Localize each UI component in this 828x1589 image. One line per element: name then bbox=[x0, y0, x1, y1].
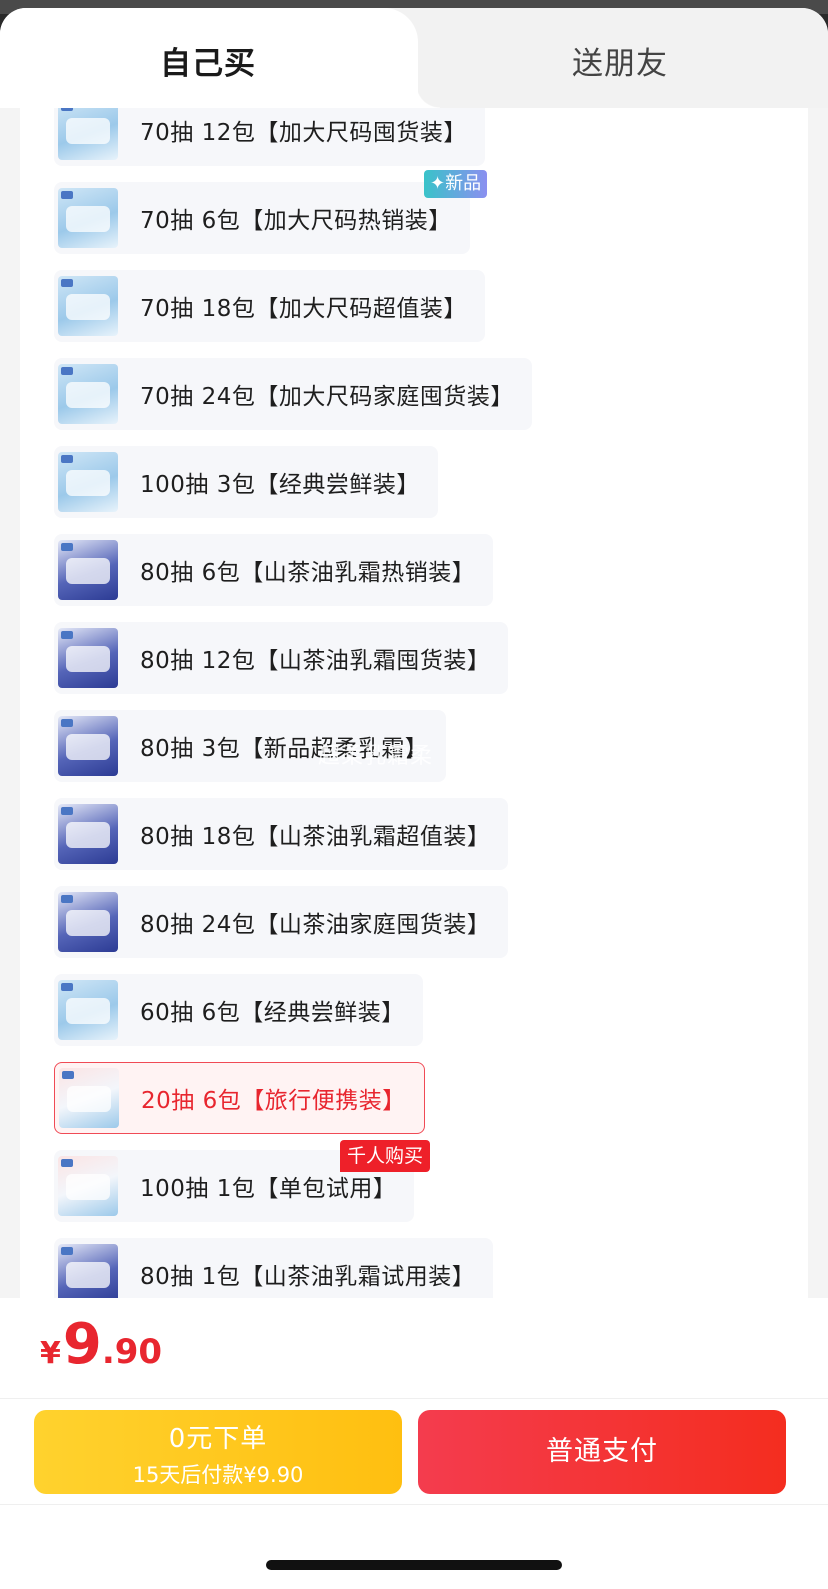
sku-label: 70抽 12包【加大尺码囤货装】 bbox=[140, 120, 467, 146]
sku-list[interactable]: 70抽 12包【加大尺码囤货装】 70抽 6包【加大尺码热销装】 70抽 18包… bbox=[0, 108, 828, 1298]
sku-option-selected[interactable]: 20抽 6包【旅行便携装】 bbox=[54, 1062, 425, 1134]
sku-thumbnail bbox=[58, 1244, 118, 1298]
sku-label: 100抽 1包【单包试用】 bbox=[140, 1176, 397, 1202]
sku-label: 60抽 6包【经典尝鲜装】 bbox=[140, 1000, 405, 1026]
sku-thumbnail bbox=[58, 1156, 118, 1216]
divider bbox=[0, 1504, 828, 1505]
sku-thumbnail bbox=[58, 628, 118, 688]
sku-option[interactable]: 70抽 12包【加大尺码囤货装】 bbox=[54, 108, 485, 166]
sku-option[interactable]: 100抽 3包【经典尝鲜装】 bbox=[54, 446, 438, 518]
sku-label: 80抽 1包【山茶油乳霜试用装】 bbox=[140, 1264, 476, 1290]
sku-thumbnail bbox=[58, 364, 118, 424]
sku-option[interactable]: 80抽 6包【山茶油乳霜热销装】 bbox=[54, 534, 494, 606]
pay-now-button[interactable]: 普通支付 bbox=[418, 1410, 786, 1494]
price-display: ¥ 9 .90 bbox=[40, 1312, 162, 1377]
sku-thumbnail bbox=[59, 1068, 119, 1128]
checkout-bar: ¥ 9 .90 0元下单 15天后付款¥9.90 普通支付 bbox=[0, 1298, 828, 1589]
sku-thumbnail bbox=[58, 188, 118, 248]
price-integer: 9 bbox=[62, 1312, 102, 1377]
sku-option[interactable]: 80抽 1包【山茶油乳霜试用装】 bbox=[54, 1238, 494, 1298]
sku-label: 80抽 12包【山茶油乳霜囤货装】 bbox=[140, 648, 491, 674]
sku-option[interactable]: 80抽 18包【山茶油乳霜超值装】 bbox=[54, 798, 509, 870]
sku-label: 80抽 6包【山茶油乳霜热销装】 bbox=[140, 560, 476, 586]
sku-thumbnail bbox=[58, 108, 118, 160]
sku-label: 70抽 24包【加大尺码家庭囤货装】 bbox=[140, 384, 514, 410]
currency-symbol: ¥ bbox=[40, 1336, 61, 1371]
sku-label: 20抽 6包【旅行便携装】 bbox=[141, 1088, 406, 1114]
sku-label: 70抽 18包【加大尺码超值装】 bbox=[140, 296, 467, 322]
sku-thumbnail bbox=[58, 276, 118, 336]
watermark-text: 超柔乳霜柔 bbox=[318, 744, 434, 769]
tab-gift-friend-label: 送朋友 bbox=[572, 46, 668, 82]
pay-later-subtitle: 15天后付款¥9.90 bbox=[132, 1463, 304, 1487]
sku-thumbnail bbox=[58, 716, 118, 776]
sku-list-panel: 70抽 12包【加大尺码囤货装】 70抽 6包【加大尺码热销装】 70抽 18包… bbox=[20, 108, 808, 1298]
sku-thumbnail bbox=[58, 892, 118, 952]
sku-option[interactable]: 80抽 24包【山茶油家庭囤货装】 bbox=[54, 886, 509, 958]
popular-badge: 千人购买 bbox=[340, 1140, 431, 1172]
sku-label: 80抽 18包【山茶油乳霜超值装】 bbox=[140, 824, 491, 850]
sku-selector-sheet: 自己买 送朋友 70抽 12包【加大尺码囤货装】 70抽 6包【加大尺码热销装】… bbox=[0, 8, 828, 1589]
sku-thumbnail bbox=[58, 452, 118, 512]
sku-label: 80抽 24包【山茶油家庭囤货装】 bbox=[140, 912, 491, 938]
sku-thumbnail bbox=[58, 540, 118, 600]
pay-later-button[interactable]: 0元下单 15天后付款¥9.90 bbox=[34, 1410, 402, 1494]
new-badge: ✦新品 bbox=[424, 170, 488, 198]
tab-bar: 自己买 送朋友 bbox=[0, 8, 828, 108]
tab-gift-friend[interactable]: 送朋友 bbox=[418, 8, 828, 108]
sku-option[interactable]: 70抽 18包【加大尺码超值装】 bbox=[54, 270, 485, 342]
sku-thumbnail bbox=[58, 804, 118, 864]
pay-later-title: 0元下单 bbox=[168, 1424, 268, 1454]
sku-option[interactable]: 60抽 6包【经典尝鲜装】 bbox=[54, 974, 423, 1046]
tab-self-buy-label: 自己买 bbox=[160, 46, 256, 82]
price-decimal: .90 bbox=[101, 1332, 163, 1372]
tab-self-buy[interactable]: 自己买 bbox=[0, 8, 440, 108]
sku-label: 70抽 6包【加大尺码热销装】 bbox=[140, 208, 452, 234]
sku-option[interactable]: 80抽 12包【山茶油乳霜囤货装】 bbox=[54, 622, 509, 694]
sku-label: 100抽 3包【经典尝鲜装】 bbox=[140, 472, 420, 498]
home-indicator[interactable] bbox=[266, 1560, 562, 1570]
sku-option[interactable]: 70抽 6包【加大尺码热销装】 bbox=[54, 182, 470, 254]
divider bbox=[0, 1398, 828, 1399]
sku-option[interactable]: 70抽 24包【加大尺码家庭囤货装】 bbox=[54, 358, 532, 430]
sku-thumbnail bbox=[58, 980, 118, 1040]
